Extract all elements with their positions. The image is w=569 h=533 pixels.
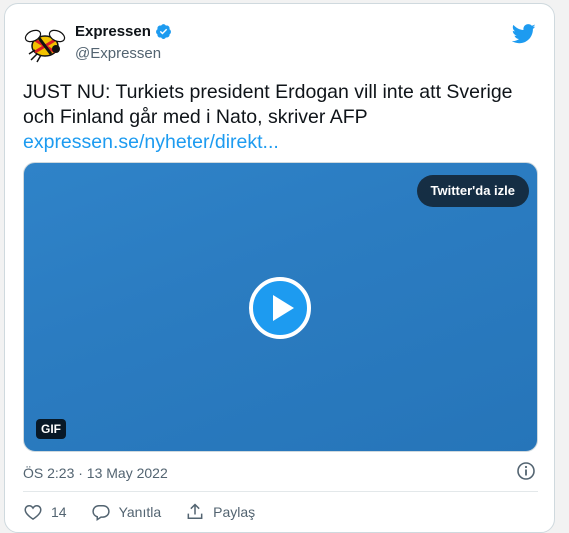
tweet-actions: 14 Yanıtla Paylaş — [23, 502, 279, 522]
media-player[interactable]: Twitter'da izle GIF — [23, 162, 538, 452]
watch-on-twitter-button[interactable]: Twitter'da izle — [416, 175, 529, 207]
tweet-card: Expressen @Expressen JUST NU: Turkiets p… — [4, 3, 555, 533]
heart-icon — [24, 504, 42, 520]
tweet-link[interactable]: expressen.se/nyheter/direkt... — [23, 130, 538, 155]
gif-badge: GIF — [36, 419, 66, 439]
tweet-text: JUST NU: Turkiets president Erdogan vill… — [23, 80, 538, 155]
divider — [23, 491, 538, 492]
twitter-bird-icon[interactable] — [512, 24, 536, 44]
name-row: Expressen — [75, 23, 172, 40]
like-button[interactable]: 14 — [23, 502, 67, 522]
reply-button[interactable]: Yanıtla — [91, 502, 162, 522]
tweet-header: Expressen @Expressen — [23, 20, 538, 68]
tweet-text-line-2: och Finland går med i Nato, skriver AFP — [23, 106, 368, 128]
play-icon[interactable] — [248, 276, 312, 340]
expressen-logo-icon[interactable] — [23, 24, 67, 68]
share-label: Paylaş — [213, 504, 256, 520]
account-name[interactable]: Expressen — [75, 23, 151, 40]
reply-label: Yanıtla — [118, 504, 162, 520]
info-icon[interactable] — [516, 461, 536, 481]
verified-icon — [155, 24, 171, 39]
reply-icon — [91, 505, 110, 521]
tweet-text-line-1: JUST NU: Turkiets president Erdogan vill… — [23, 81, 513, 103]
account-handle[interactable]: @Expressen — [75, 45, 161, 62]
share-button[interactable]: Paylaş — [185, 502, 255, 522]
like-count: 14 — [51, 504, 67, 520]
share-icon — [187, 503, 203, 519]
tweet-timestamp[interactable]: ÖS 2:23 · 13 May 2022 — [23, 465, 168, 481]
